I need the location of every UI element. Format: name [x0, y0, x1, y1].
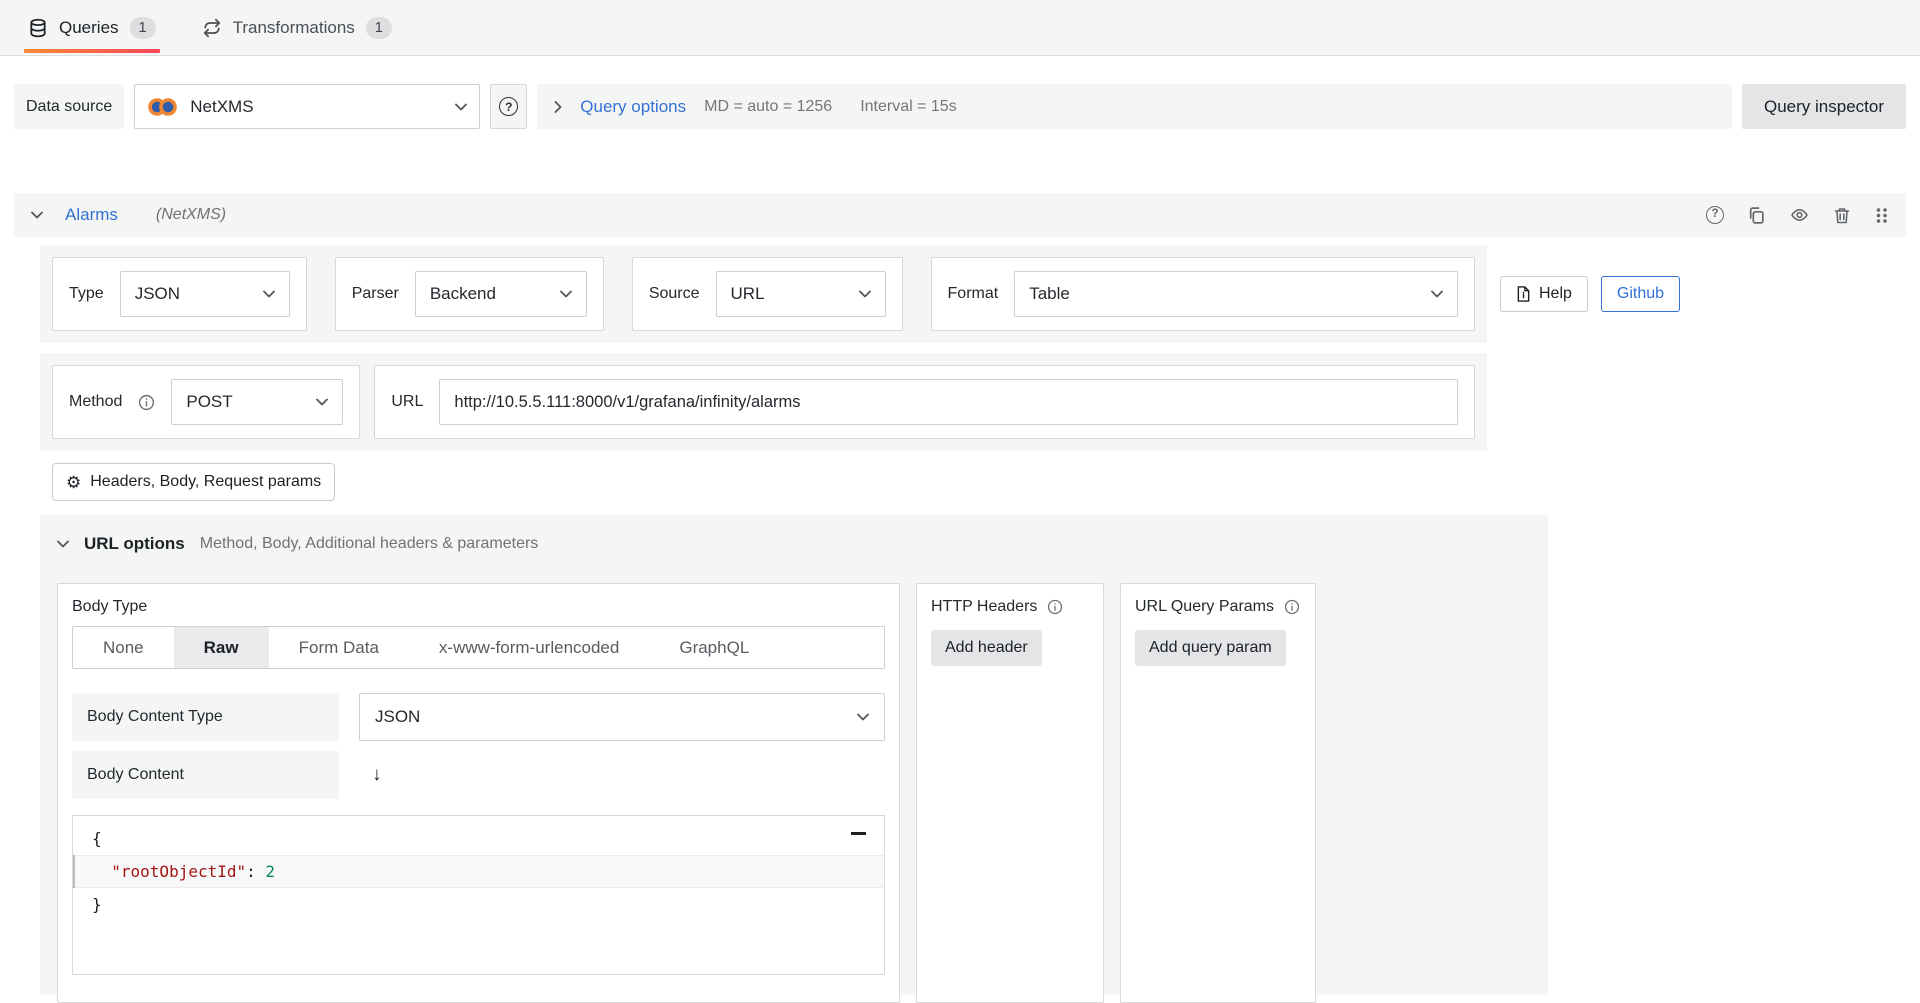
- delete-query-trash-icon[interactable]: [1833, 206, 1851, 225]
- chevron-down-icon: [560, 290, 572, 298]
- format-field-group: Format Table: [931, 257, 1475, 331]
- chevron-down-icon: [263, 290, 275, 298]
- method-select[interactable]: POST: [171, 379, 343, 425]
- source-field-group: Source URL: [632, 257, 903, 331]
- body-type-option-none[interactable]: None: [73, 627, 174, 668]
- chevron-down-icon: [857, 713, 869, 721]
- headers-body-params-button[interactable]: ⚙ Headers, Body, Request params: [52, 463, 335, 501]
- parser-field-group: Parser Backend: [335, 257, 604, 331]
- http-headers-title: HTTP Headers: [931, 598, 1037, 616]
- code-line: }: [73, 888, 884, 921]
- url-query-params-panel: URL Query Params Add query param: [1120, 583, 1316, 1003]
- url-options-section: URL options Method, Body, Additional hea…: [40, 515, 1548, 995]
- request-row: Method POST URL http://10.5.5.111:8000/v…: [40, 353, 1487, 451]
- database-icon: [28, 18, 48, 38]
- chevron-down-icon: [1431, 290, 1443, 298]
- tab-transformations-label: Transformations: [233, 18, 355, 38]
- body-content-type-label: Body Content Type: [72, 693, 339, 741]
- format-select[interactable]: Table: [1014, 271, 1458, 317]
- code-line-current: "rootObjectId": 2: [73, 855, 884, 888]
- document-icon: [1516, 285, 1531, 303]
- url-field-group: URL http://10.5.5.111:8000/v1/grafana/in…: [374, 365, 1475, 439]
- hide-query-eye-icon[interactable]: [1789, 206, 1810, 224]
- collapse-chevron-icon: [57, 540, 69, 548]
- parser-select[interactable]: Backend: [415, 271, 587, 317]
- gear-icon: ⚙: [66, 474, 81, 491]
- query-row-header: Alarms (NetXMS) ?: [14, 193, 1906, 237]
- query-inspector-button[interactable]: Query inspector: [1742, 84, 1906, 129]
- github-button[interactable]: Github: [1601, 276, 1680, 312]
- tab-queries-count-badge: 1: [130, 17, 156, 39]
- arrow-down-icon: ↓: [372, 764, 382, 786]
- query-type-row: Type JSON Parser Backend Source URL: [40, 245, 1487, 343]
- tab-queries-label: Queries: [59, 18, 119, 38]
- datasource-help-button[interactable]: ?: [490, 84, 527, 129]
- datasource-label: Data source: [14, 84, 124, 129]
- code-line: {: [73, 822, 884, 855]
- query-editor-body: Type JSON Parser Backend Source URL: [40, 245, 1920, 995]
- query-options-md: MD = auto = 1256: [704, 98, 832, 116]
- query-name[interactable]: Alarms: [65, 205, 118, 225]
- query-datasource-name: (NetXMS): [156, 206, 226, 224]
- source-label: Source: [649, 285, 700, 303]
- drag-handle-icon[interactable]: [1874, 206, 1889, 225]
- type-select[interactable]: JSON: [120, 271, 290, 317]
- info-circle-icon: [138, 394, 155, 411]
- question-circle-icon: ?: [499, 97, 518, 116]
- query-options-label: Query options: [580, 97, 686, 117]
- url-label: URL: [391, 393, 423, 411]
- add-query-param-button[interactable]: Add query param: [1135, 630, 1286, 666]
- datasource-toolbar: Data source NetXMS ? Query options MD = …: [14, 84, 1906, 129]
- body-type-option-form-data[interactable]: Form Data: [269, 627, 409, 668]
- method-field-group: Method POST: [52, 365, 360, 439]
- body-type-label: Body Type: [72, 598, 885, 616]
- info-circle-icon: [1284, 599, 1300, 615]
- tab-transformations-count-badge: 1: [366, 17, 392, 39]
- query-options-bar[interactable]: Query options MD = auto = 1256 Interval …: [537, 84, 1732, 129]
- editor-tabbar: Queries 1 Transformations 1: [0, 0, 1920, 56]
- add-header-button[interactable]: Add header: [931, 630, 1042, 666]
- datasource-select[interactable]: NetXMS: [134, 84, 480, 129]
- tab-transformations[interactable]: Transformations 1: [202, 0, 392, 55]
- transform-icon: [202, 18, 222, 38]
- body-type-option-urlencoded[interactable]: x-www-form-urlencoded: [409, 627, 649, 668]
- method-label: Method: [69, 393, 122, 411]
- chevron-right-icon: [554, 101, 562, 113]
- collapse-chevron-icon[interactable]: [31, 211, 43, 219]
- body-type-option-graphql[interactable]: GraphQL: [649, 627, 779, 668]
- format-label: Format: [948, 285, 999, 303]
- duplicate-query-icon[interactable]: [1747, 206, 1766, 225]
- tab-queries[interactable]: Queries 1: [28, 0, 156, 55]
- overview-ruler-cursor-mark: [851, 832, 866, 835]
- http-headers-panel: HTTP Headers Add header: [916, 583, 1104, 1003]
- url-input[interactable]: http://10.5.5.111:8000/v1/grafana/infini…: [439, 379, 1458, 425]
- url-query-params-title: URL Query Params: [1135, 598, 1274, 616]
- url-options-header[interactable]: URL options Method, Body, Additional hea…: [57, 529, 1548, 559]
- type-field-group: Type JSON: [52, 257, 307, 331]
- chevron-down-icon: [316, 398, 328, 406]
- query-options-interval: Interval = 15s: [860, 98, 957, 116]
- help-button[interactable]: Help: [1500, 276, 1588, 312]
- chevron-down-icon: [859, 290, 871, 298]
- parser-label: Parser: [352, 285, 399, 303]
- body-content-label: Body Content: [72, 751, 339, 799]
- chevron-down-icon: [455, 103, 467, 111]
- datasource-value: NetXMS: [190, 97, 253, 117]
- body-type-radio-group: None Raw Form Data x-www-form-urlencoded…: [72, 626, 885, 669]
- body-type-option-raw[interactable]: Raw: [174, 627, 269, 668]
- body-content-code-editor[interactable]: { "rootObjectId": 2 }: [72, 815, 885, 975]
- query-help-icon[interactable]: ?: [1706, 206, 1724, 224]
- type-label: Type: [69, 285, 104, 303]
- netxms-logo-icon: [147, 97, 179, 117]
- info-circle-icon: [1047, 599, 1063, 615]
- body-panel: Body Type None Raw Form Data x-www-form-…: [57, 583, 900, 1003]
- source-select[interactable]: URL: [716, 271, 886, 317]
- body-content-type-select[interactable]: JSON: [359, 693, 885, 741]
- url-options-subtitle: Method, Body, Additional headers & param…: [200, 535, 539, 553]
- url-options-title: URL options: [84, 534, 185, 554]
